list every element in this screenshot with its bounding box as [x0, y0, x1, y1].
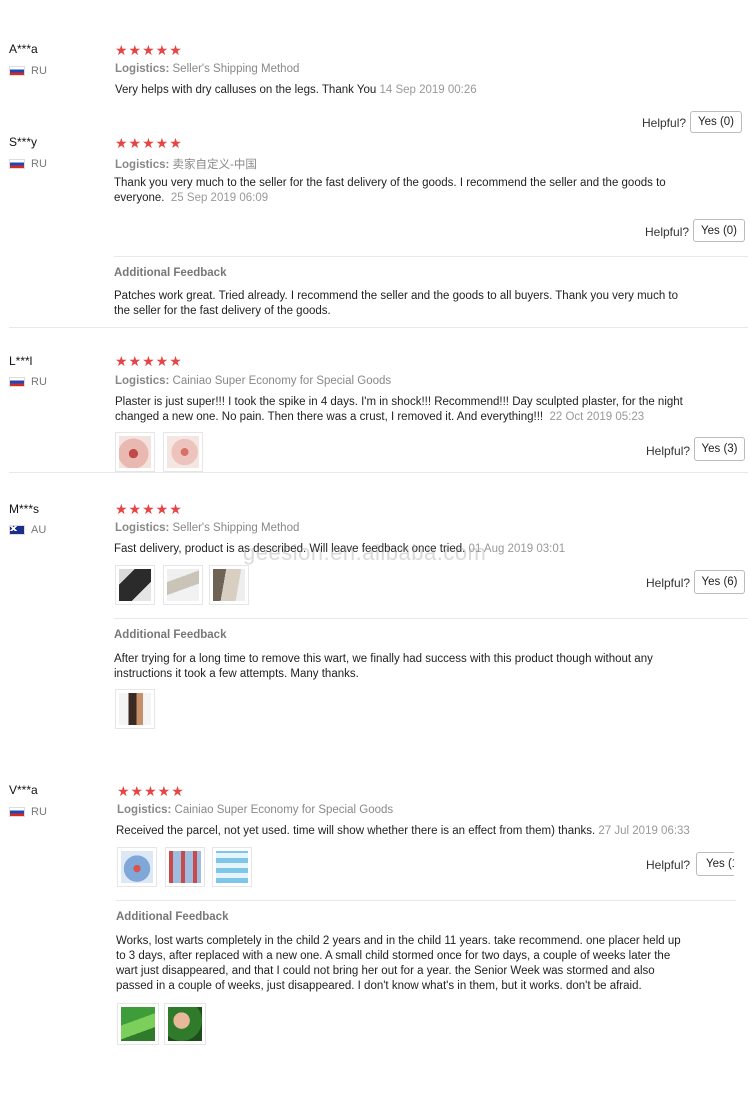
reviewer-name: S***y — [9, 135, 38, 149]
country-code: RU — [31, 158, 47, 170]
additional-feedback-text: Patches work great. Tried already. I rec… — [114, 289, 714, 319]
russia-flag-icon — [9, 66, 25, 76]
review-body-line: Plaster is just super!!! I took the spik… — [115, 396, 683, 408]
logistics-label: Logistics: — [115, 375, 170, 387]
star-rating: ★★★★★ — [117, 783, 185, 799]
reviewer-country: RU — [9, 806, 47, 818]
reviewer-country: AU — [9, 524, 46, 536]
country-code: AU — [31, 524, 47, 536]
reviewer-country: RU — [9, 158, 47, 170]
reviewer-name: L***l — [9, 354, 33, 368]
logistics-label: Logistics: — [115, 159, 170, 171]
helpful-label: Helpful? — [646, 444, 691, 458]
logistics-info: Logistics: Cainiao Super Economy for Spe… — [117, 804, 393, 816]
helpful-yes-button[interactable]: Yes (1 — [696, 852, 734, 876]
watermark: geesion.en.alibaba.com — [243, 540, 487, 565]
review-text: Plaster is just super!!! I took the spik… — [115, 395, 715, 425]
review-date: 14 Sep 2019 00:26 — [379, 84, 477, 96]
review-body-line: Thank you very much to the seller for th… — [114, 177, 666, 189]
review-text: Received the parcel, not yet used. time … — [116, 824, 690, 839]
review-body-line: changed a new one. No pain. Then there w… — [115, 411, 544, 423]
additional-line: After trying for a long time to remove t… — [114, 653, 653, 665]
divider — [114, 618, 748, 619]
helpful-yes-button[interactable]: Yes (0) — [693, 219, 745, 242]
reviewer-name: A***a — [9, 42, 38, 56]
additional-line: Patches work great. Tried already. I rec… — [114, 290, 678, 302]
additional-feedback-label: Additional Feedback — [114, 267, 227, 279]
additional-feedback-text: Works, lost warts completely in the chil… — [116, 934, 716, 994]
additional-line: to 3 days, after replaced with a new one… — [116, 950, 671, 962]
review-text: Thank you very much to the seller for th… — [114, 176, 714, 206]
helpful-yes-button[interactable]: Yes (6) — [694, 570, 745, 594]
review-body: Received the parcel, not yet used. time … — [116, 825, 596, 837]
logistics-label: Logistics: — [117, 804, 172, 816]
review-separator — [9, 472, 748, 473]
logistics-label: Logistics: — [115, 522, 170, 534]
star-rating: ★★★★★ — [115, 42, 183, 58]
additional-line: instructions it took a few attempts. Man… — [114, 668, 359, 680]
logistics-info: Logistics: 卖家自定义-中国 — [115, 156, 257, 172]
divider — [116, 900, 736, 901]
review-photo-thumbnail[interactable] — [115, 432, 155, 472]
country-code: RU — [31, 376, 47, 388]
russia-flag-icon — [9, 159, 25, 169]
review-date: 22 Oct 2019 05:23 — [549, 411, 645, 423]
helpful-label: Helpful? — [646, 576, 691, 590]
logistics-method: 卖家自定义-中国 — [172, 159, 257, 171]
review-photo-thumbnail[interactable] — [115, 689, 155, 729]
review-photo-thumbnail[interactable] — [165, 847, 205, 887]
country-code: RU — [31, 65, 47, 77]
russia-flag-icon — [9, 377, 25, 387]
star-rating: ★★★★★ — [115, 135, 183, 150]
review-date: 27 Jul 2019 06:33 — [598, 825, 690, 837]
review-body-line: everyone. — [114, 192, 165, 204]
additional-feedback-label: Additional Feedback — [114, 629, 227, 641]
helpful-label: Helpful? — [642, 116, 687, 130]
logistics-label: Logistics: — [115, 63, 170, 75]
logistics-info: Logistics: Seller's Shipping Method — [115, 63, 299, 75]
review-photo-thumbnail[interactable] — [117, 1003, 159, 1045]
logistics-method: Cainiao Super Economy for Special Goods — [172, 375, 392, 387]
divider — [114, 256, 748, 257]
review-photo-thumbnail[interactable] — [209, 565, 249, 605]
additional-feedback-text: After trying for a long time to remove t… — [114, 652, 714, 682]
logistics-info: Logistics: Seller's Shipping Method — [115, 522, 299, 534]
review-text: Very helps with dry calluses on the legs… — [115, 83, 477, 98]
review-photo-thumbnail[interactable] — [115, 565, 155, 605]
additional-line: the seller for the fast delivery of the … — [114, 305, 331, 317]
review-photo-thumbnail[interactable] — [163, 565, 203, 605]
review-body: Very helps with dry calluses on the legs… — [115, 84, 377, 96]
review-separator — [9, 327, 748, 328]
reviewer-country: RU — [9, 65, 47, 77]
review-date: 25 Sep 2019 06:09 — [170, 192, 269, 204]
logistics-method: Seller's Shipping Method — [172, 522, 300, 534]
additional-line: wart just disappeared, and that I could … — [116, 965, 655, 977]
reviewer-name: M***s — [9, 502, 40, 516]
helpful-yes-button-clip: Yes (1 — [696, 852, 734, 876]
additional-line: Works, lost warts completely in the chil… — [116, 935, 681, 947]
review-photo-thumbnail[interactable] — [212, 847, 252, 887]
review-photo-thumbnail[interactable] — [164, 1003, 206, 1045]
logistics-info: Logistics: Cainiao Super Economy for Spe… — [115, 375, 391, 387]
review-photo-thumbnail[interactable] — [163, 432, 203, 472]
review-header-clip: S***y ★★★★★ — [0, 130, 750, 150]
helpful-label: Helpful? — [645, 225, 690, 239]
helpful-label: Helpful? — [646, 858, 691, 872]
reviewer-name: V***a — [9, 783, 38, 797]
russia-flag-icon — [9, 807, 25, 817]
star-rating: ★★★★★ — [115, 501, 183, 517]
reviewer-country: RU — [9, 376, 47, 388]
additional-feedback-label: Additional Feedback — [116, 911, 229, 923]
australia-flag-icon — [9, 525, 25, 535]
logistics-method: Cainiao Super Economy for Special Goods — [174, 804, 394, 816]
helpful-yes-button[interactable]: Yes (3) — [694, 437, 745, 461]
country-code: RU — [31, 806, 47, 818]
logistics-method: Seller's Shipping Method — [172, 63, 300, 75]
star-rating: ★★★★★ — [115, 353, 183, 369]
review-photo-thumbnail[interactable] — [117, 847, 157, 887]
additional-line: passed in a couple of weeks, just disapp… — [116, 980, 642, 992]
